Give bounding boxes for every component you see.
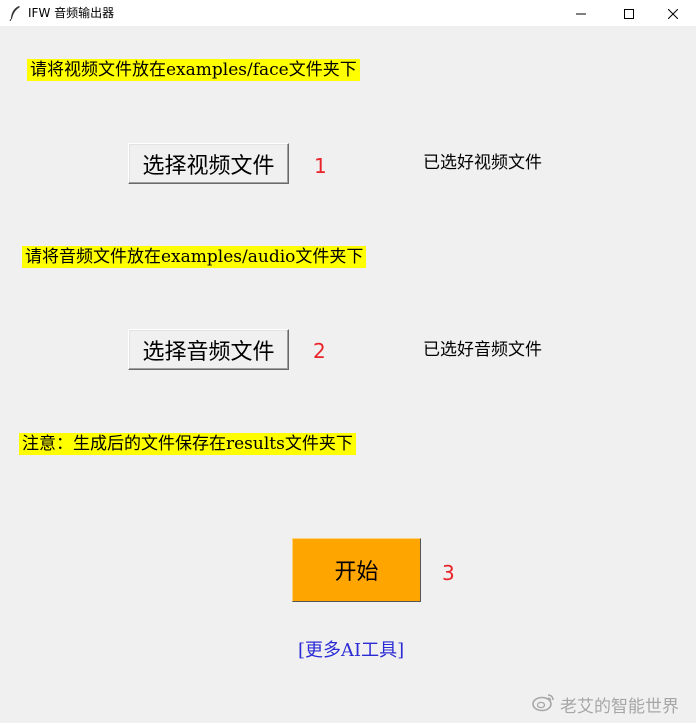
video-status-label: 已选好视频文件 [423, 153, 542, 173]
minimize-button[interactable] [558, 0, 604, 26]
close-button[interactable] [650, 0, 696, 26]
title-bar: IFW 音频输出器 [0, 0, 696, 26]
select-video-button[interactable]: 选择视频文件 [128, 143, 289, 184]
output-notice-label: 注意：生成后的文件保存在results文件夹下 [19, 433, 356, 455]
video-notice-label: 请将视频文件放在examples/face文件夹下 [27, 59, 360, 81]
step-number-2: 2 [313, 339, 326, 363]
step-number-1: 1 [314, 154, 327, 178]
step-number-3: 3 [442, 561, 455, 585]
audio-notice-label: 请将音频文件放在examples/audio文件夹下 [22, 246, 367, 268]
minimize-icon [576, 4, 586, 23]
select-audio-button[interactable]: 选择音频文件 [128, 329, 289, 370]
start-button[interactable]: 开始 [292, 538, 421, 602]
close-icon [667, 4, 679, 23]
maximize-button[interactable] [606, 0, 652, 26]
more-ai-tools-link[interactable]: [更多AI工具] [298, 639, 404, 663]
feather-icon [8, 5, 22, 22]
window-title: IFW 音频输出器 [28, 6, 115, 20]
watermark-text: 老艾的智能世界 [560, 696, 679, 717]
maximize-icon [624, 4, 634, 23]
weibo-icon [532, 692, 556, 717]
audio-status-label: 已选好音频文件 [423, 340, 542, 360]
watermark: 老艾的智能世界 [532, 692, 679, 717]
